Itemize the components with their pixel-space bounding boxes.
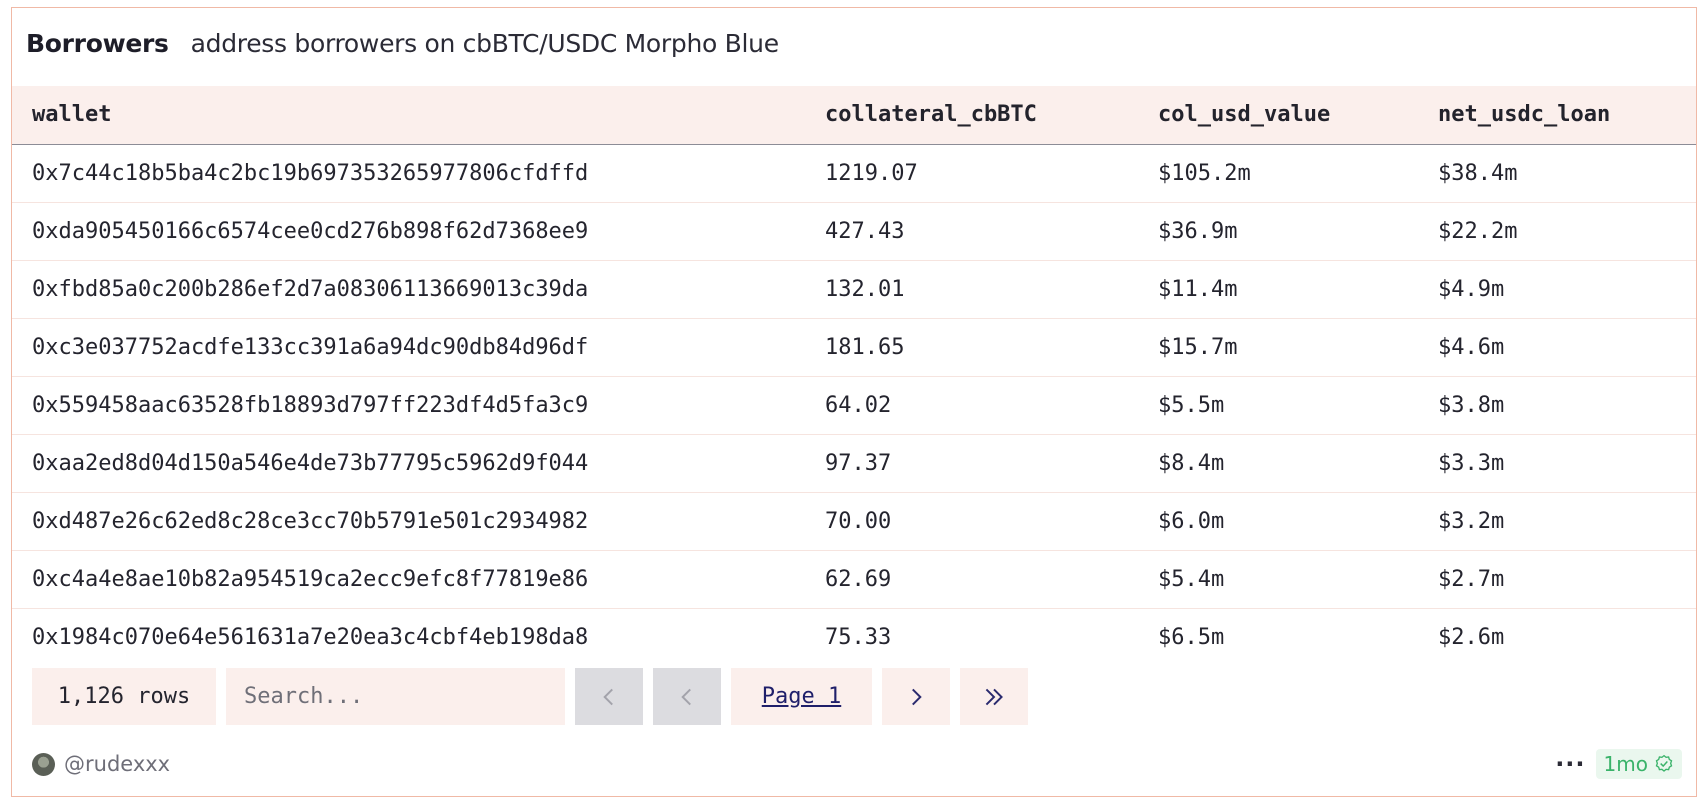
table-controls: 1,126 rows Page 1 [32,668,1028,725]
age-badge: 1mo [1595,749,1682,779]
cell-usd-value: $5.5m [1158,392,1225,418]
table-row[interactable]: 0xc4a4e8ae10b82a954519ca2ecc9efc8f77819e… [12,550,1696,608]
next-page-icon [912,688,922,705]
table-row[interactable]: 0xaa2ed8d04d150a546e4de73b77795c5962d9f0… [12,434,1696,492]
cell-collateral: 1219.07 [825,160,918,186]
last-page-icon [985,688,1003,705]
search-input[interactable] [226,668,565,725]
cell-net-loan: $3.3m [1438,450,1505,476]
table-row[interactable]: 0xd487e26c62ed8c28ce3cc70b5791e501c29349… [12,492,1696,550]
column-header-net-loan[interactable]: net_usdc_loan [1418,86,1696,145]
prev-page-button[interactable] [653,668,721,725]
row-count: 1,126 rows [32,668,216,725]
cell-net-loan: $4.6m [1438,334,1505,360]
cell-wallet: 0xaa2ed8d04d150a546e4de73b77795c5962d9f0… [32,450,589,476]
cell-wallet: 0xd487e26c62ed8c28ce3cc70b5791e501c29349… [32,508,589,534]
column-header-collateral[interactable]: collateral_cbBTC [805,86,1138,145]
results-table: wallet collateral_cbBTC col_usd_value ne… [12,86,1696,648]
table-row[interactable]: 0xda905450166c6574cee0cd276b898f62d7368e… [12,202,1696,260]
cell-net-loan: $3.2m [1438,508,1505,534]
cell-usd-value: $8.4m [1158,450,1225,476]
cell-net-loan: $3.8m [1438,392,1505,418]
avatar[interactable] [32,752,55,776]
table-row[interactable]: 0x559458aac63528fb18893d797ff223df4d5fa3… [12,376,1696,434]
next-page-button[interactable] [882,668,950,725]
table-header-row: wallet collateral_cbBTC col_usd_value ne… [12,86,1696,145]
age-label: 1mo [1603,752,1648,776]
last-page-button[interactable] [960,668,1028,725]
table-row[interactable]: 0xc3e037752acdfe133cc391a6a94dc90db84d96… [12,318,1696,376]
first-page-icon [603,688,613,705]
card-title: Borrowers [26,28,169,58]
cell-wallet: 0xda905450166c6574cee0cd276b898f62d7368e… [32,218,589,244]
cell-collateral: 427.43 [825,218,905,244]
cell-usd-value: $105.2m [1158,160,1251,186]
first-page-button[interactable] [575,668,643,725]
cell-wallet: 0xc3e037752acdfe133cc391a6a94dc90db84d96… [32,334,589,360]
cell-usd-value: $6.5m [1158,624,1225,649]
cell-net-loan: $22.2m [1438,218,1518,244]
cell-net-loan: $2.6m [1438,624,1505,649]
cell-net-loan: $2.7m [1438,566,1505,592]
cell-collateral: 64.02 [825,392,892,418]
column-header-usd-value[interactable]: col_usd_value [1138,86,1418,145]
cell-usd-value: $5.4m [1158,566,1225,592]
cell-usd-value: $6.0m [1158,508,1225,534]
cell-net-loan: $4.9m [1438,276,1505,302]
card-subtitle: address borrowers on cbBTC/USDC Morpho B… [190,28,779,58]
table-row[interactable]: 0xfbd85a0c200b286ef2d7a08306113669013c39… [12,260,1696,318]
cell-wallet: 0xfbd85a0c200b286ef2d7a08306113669013c39… [32,276,589,302]
cell-wallet: 0x559458aac63528fb18893d797ff223df4d5fa3… [32,392,589,418]
card-footer: @rudexxx ··· 1mo [32,746,1682,782]
cell-usd-value: $11.4m [1158,276,1238,302]
table-row[interactable]: 0x7c44c18b5ba4c2bc19b697353265977806cfdf… [12,144,1696,202]
cell-wallet: 0x7c44c18b5ba4c2bc19b697353265977806cfdf… [32,160,589,186]
cell-usd-value: $15.7m [1158,334,1238,360]
results-table-container[interactable]: wallet collateral_cbBTC col_usd_value ne… [12,86,1696,648]
cell-collateral: 62.69 [825,566,892,592]
query-result-card: Borrowers address borrowers on cbBTC/USD… [11,7,1697,797]
cell-collateral: 132.01 [825,276,905,302]
more-options-button[interactable]: ··· [1555,752,1585,776]
page-indicator-button[interactable]: Page 1 [731,668,872,725]
verified-check-icon [1655,754,1673,772]
cell-collateral: 75.33 [825,624,892,649]
prev-page-icon [681,688,691,705]
table-row[interactable]: 0x1984c070e64e561631a7e20ea3c4cbf4eb198d… [12,608,1696,649]
cell-wallet: 0x1984c070e64e561631a7e20ea3c4cbf4eb198d… [32,624,589,649]
cell-collateral: 97.37 [825,450,892,476]
cell-net-loan: $38.4m [1438,160,1518,186]
cell-usd-value: $36.9m [1158,218,1238,244]
cell-wallet: 0xc4a4e8ae10b82a954519ca2ecc9efc8f77819e… [32,566,589,592]
column-header-wallet[interactable]: wallet [12,86,805,145]
cell-collateral: 70.00 [825,508,892,534]
author-username[interactable]: @rudexxx [64,752,170,776]
card-header: Borrowers address borrowers on cbBTC/USD… [26,26,779,60]
cell-collateral: 181.65 [825,334,905,360]
